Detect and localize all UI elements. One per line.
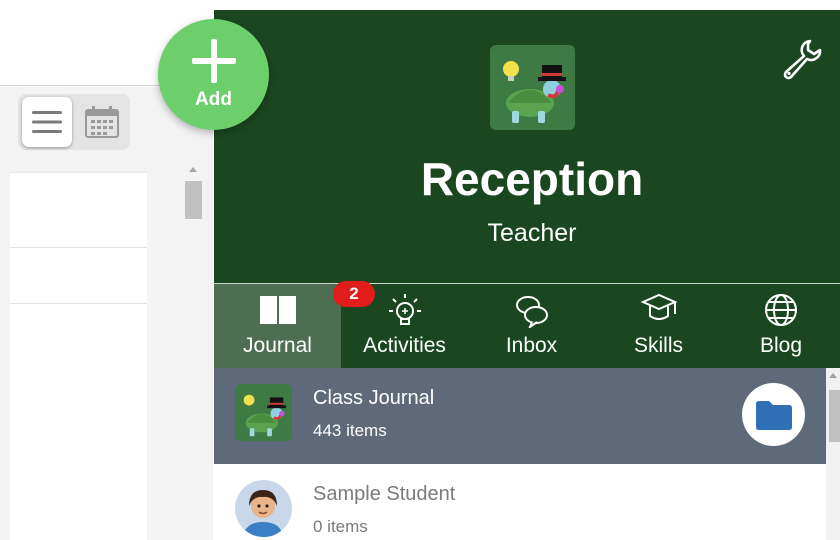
item-name: Class Journal <box>313 387 435 409</box>
add-button[interactable]: Add <box>158 19 269 130</box>
tab-blog[interactable]: Blog <box>722 284 840 368</box>
class-journal-avatar <box>235 384 292 441</box>
item-name: Sample Student <box>313 483 456 505</box>
tab-journal[interactable]: Journal <box>214 284 341 368</box>
left-scrollbar-thumb[interactable] <box>185 181 202 219</box>
folder-button[interactable] <box>742 383 805 446</box>
tab-skills[interactable]: Skills <box>595 284 722 368</box>
journal-list-scrollbar-thumb[interactable] <box>829 390 840 442</box>
inbox-unread-badge: 2 <box>333 281 375 307</box>
class-title: Reception <box>420 153 644 205</box>
settings-wrench-button[interactable] <box>780 36 824 80</box>
scroll-up-arrow-icon[interactable] <box>189 167 197 172</box>
folder-icon <box>755 400 792 430</box>
tab-label: Activities <box>363 334 446 357</box>
user-role: Teacher <box>487 219 577 247</box>
class-avatar <box>490 45 575 130</box>
list-item-sample-student[interactable]: Sample Student 0 items <box>214 464 826 540</box>
graduation-cap-icon <box>640 293 677 320</box>
list-view-button[interactable] <box>22 97 72 147</box>
journal-list: Class Journal 443 items Sample Student 0… <box>214 368 826 540</box>
tab-label: Blog <box>759 334 803 357</box>
app-window: Reception Teacher Journal Activities Inb… <box>0 0 840 540</box>
row-divider <box>10 247 147 248</box>
left-scrollbar[interactable] <box>181 165 207 540</box>
tab-label: Inbox <box>505 334 558 357</box>
tab-label: Journal <box>243 334 312 357</box>
chat-bubbles-icon <box>515 296 548 328</box>
list-view-icon <box>32 111 62 133</box>
entry-list-card <box>10 172 147 540</box>
turtle-mascot-icon <box>490 45 575 130</box>
item-count: 443 items <box>313 421 387 440</box>
lightbulb-icon <box>388 294 421 325</box>
student-avatar-icon <box>235 480 292 537</box>
turtle-mascot-icon <box>235 384 292 441</box>
scroll-up-arrow-icon[interactable] <box>829 373 837 378</box>
wrench-icon <box>783 39 822 80</box>
row-divider <box>10 303 147 304</box>
item-count: 0 items <box>313 517 368 536</box>
student-avatar <box>235 480 292 537</box>
globe-icon <box>765 294 797 326</box>
plus-icon <box>191 39 236 83</box>
calendar-view-button[interactable] <box>82 100 122 144</box>
nav-tabs: Journal Activities Inbox Skills Blog <box>214 284 840 368</box>
tab-label: Skills <box>633 334 683 357</box>
list-item-class-journal[interactable]: Class Journal 443 items <box>214 368 826 464</box>
book-icon <box>259 296 296 324</box>
calendar-icon <box>85 106 119 138</box>
add-button-label: Add <box>195 89 232 110</box>
tab-inbox[interactable]: Inbox <box>468 284 595 368</box>
